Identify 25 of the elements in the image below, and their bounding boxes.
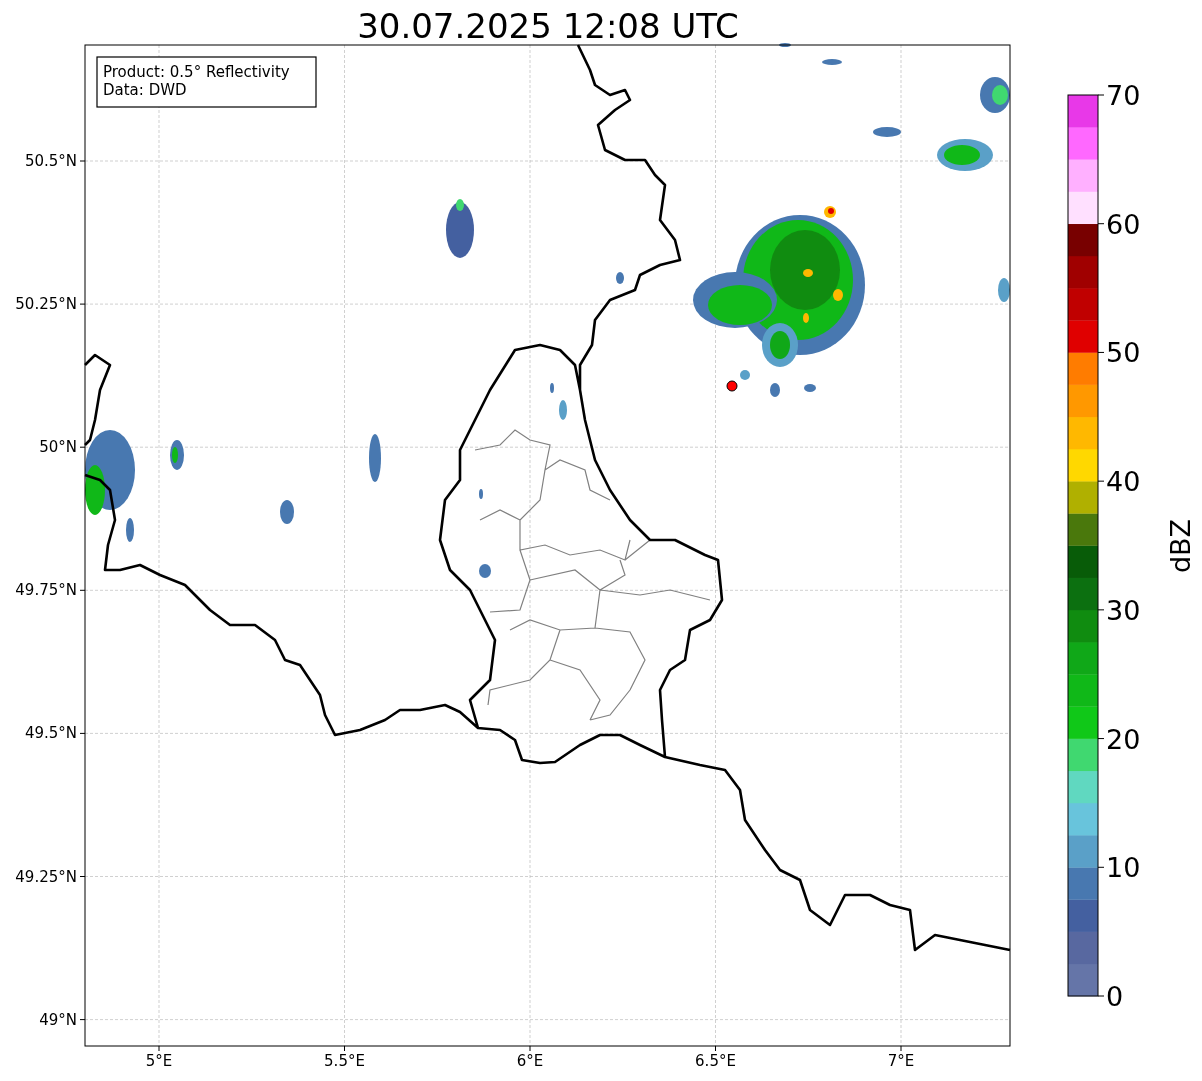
longitude-label: 5°E	[145, 1052, 173, 1070]
colorbar-label: dBZ	[1165, 518, 1196, 574]
info-text: Product: 0.5° Reflectivity	[103, 63, 290, 81]
longitude-label: 5.5°E	[324, 1052, 365, 1070]
colorbar-tick-label: 40	[1106, 466, 1141, 498]
latitude-label: 50°N	[39, 438, 77, 457]
colorbar-tick-label: 70	[1106, 80, 1141, 111]
latitude-label: 50.25°N	[15, 295, 77, 314]
colorbar-tick-label: 30	[1106, 594, 1141, 626]
colorbar-tick-label: 50	[1106, 337, 1141, 369]
latitude-label: 49°N	[39, 1010, 77, 1029]
colorbar-tick-label: 60	[1106, 208, 1141, 240]
latitude-label: 49.75°N	[15, 581, 77, 600]
info-text: Data: DWD	[103, 81, 187, 99]
colorbar-tick-label: 20	[1106, 723, 1141, 755]
latitude-label: 49.25°N	[15, 867, 77, 886]
latitude-label: 50.5°N	[24, 152, 77, 170]
longitude-label: 6.5°E	[695, 1052, 736, 1070]
latitude-label: 49.5°N	[24, 724, 77, 743]
map-title: 30.07.2025 12:08 UTC	[357, 6, 739, 46]
longitude-label: 6°E	[516, 1052, 544, 1070]
colorbar-tick-label: 0	[1106, 981, 1124, 1012]
radar-station-marker	[726, 380, 738, 392]
colorbar-tick-label: 10	[1106, 852, 1141, 884]
longitude-label: 7°E	[887, 1052, 915, 1070]
